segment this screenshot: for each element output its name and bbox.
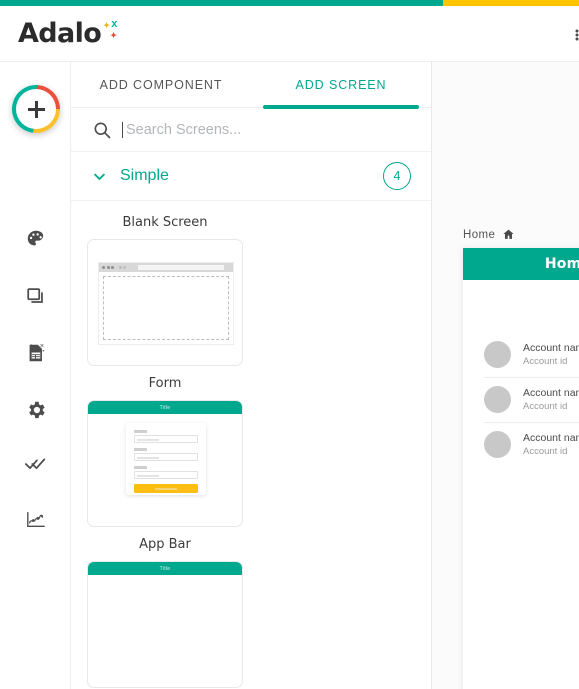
appbar-thumb-bar: Title	[88, 562, 242, 575]
list-item[interactable]: Account name Account id	[463, 377, 579, 422]
list-item-title: Account name	[523, 342, 579, 354]
sidebar-item-screens[interactable]	[0, 278, 71, 314]
gear-icon	[25, 399, 47, 421]
panel-tabs: ADD COMPONENT ADD SCREEN	[71, 62, 431, 109]
form-thumb-appbar: Title	[88, 401, 242, 414]
form-thumb-appbar-title: Title	[159, 404, 171, 411]
breadcrumb-label: Home	[463, 228, 496, 241]
form-thumb-card	[126, 423, 206, 495]
search-text-caret	[122, 121, 123, 138]
preview-appbar: Home	[463, 248, 579, 280]
form-thumb-submit-button	[134, 484, 198, 493]
palette-icon	[25, 228, 47, 250]
header-overflow-partial[interactable]	[575, 28, 579, 42]
list-item-title: Account name	[523, 387, 579, 399]
sidebar-item-settings[interactable]	[0, 392, 71, 428]
chevron-down-icon	[92, 169, 109, 184]
app-header: Adalo x ✦ ✦	[0, 6, 579, 62]
template-thumb-app-bar[interactable]: Title	[87, 561, 243, 688]
template-cell-blank-screen: Blank Screen	[87, 215, 243, 366]
list-item-title: Account name	[523, 432, 579, 444]
logo-wordmark: Adalo	[18, 18, 102, 49]
sidebar-item-design[interactable]	[0, 221, 71, 257]
database-icon: ✕	[25, 342, 47, 364]
home-icon	[502, 228, 515, 241]
logo-sparkles: x ✦ ✦	[102, 19, 124, 43]
list-item-subtitle: Account id	[523, 401, 568, 412]
screens-icon	[25, 285, 47, 307]
list-item[interactable]: Account name Account id	[463, 332, 579, 377]
screen-preview-home[interactable]: Home Account name Account id Account nam…	[463, 248, 579, 689]
search-icon	[92, 120, 112, 140]
sparkle-x-icon: x	[111, 18, 118, 30]
breadcrumb[interactable]: Home	[463, 228, 515, 241]
avatar	[484, 431, 511, 458]
avatar	[484, 341, 511, 368]
search-row	[71, 108, 431, 152]
list-item-subtitle: Account id	[523, 356, 568, 367]
list-item-subtitle: Account id	[523, 446, 568, 457]
tab-add-component[interactable]: ADD COMPONENT	[71, 62, 251, 108]
preview-account-list: Account name Account id Account name Acc…	[463, 280, 579, 467]
sparkle-red-icon: ✦	[110, 31, 117, 40]
tab-add-screen[interactable]: ADD SCREEN	[251, 62, 431, 109]
avatar	[484, 386, 511, 413]
section-count-simple: 4	[383, 162, 411, 190]
double-check-icon	[24, 453, 48, 475]
browser-chrome-bar	[99, 263, 233, 272]
adalo-logo[interactable]: Adalo x ✦ ✦	[18, 19, 124, 49]
preview-appbar-title: Home	[544, 256, 579, 272]
template-thumb-blank-screen[interactable]	[87, 239, 243, 366]
sidebar-item-publish[interactable]	[0, 446, 71, 482]
template-cell-app-bar: App Bar Title	[87, 537, 243, 688]
screen-template-grid: Blank Screen Form Title App Bar Title	[71, 201, 431, 689]
section-header-simple[interactable]: Simple 4	[71, 152, 431, 201]
template-cell-form: Form Title	[87, 376, 243, 527]
analytics-icon	[25, 510, 47, 530]
sidebar-item-database[interactable]: ✕	[0, 335, 71, 371]
blank-canvas-outline	[103, 276, 229, 340]
template-thumb-form[interactable]: Title	[87, 400, 243, 527]
list-item[interactable]: Account name Account id	[463, 422, 579, 467]
svg-text:✕: ✕	[39, 344, 44, 350]
section-title-simple: Simple	[120, 167, 169, 184]
add-button-face	[16, 89, 56, 129]
add-panel: ADD COMPONENT ADD SCREEN Simple 4 Blank …	[71, 62, 432, 689]
appbar-thumb-title: Title	[159, 565, 171, 572]
template-label-form: Form	[148, 376, 182, 391]
template-label-app-bar: App Bar	[139, 537, 191, 552]
add-button[interactable]	[12, 85, 60, 133]
search-input[interactable]	[126, 117, 431, 142]
editor-canvas: Home Home Account name Account id	[432, 62, 579, 689]
template-label-blank-screen: Blank Screen	[122, 215, 208, 230]
plus-icon	[27, 100, 45, 118]
left-icon-rail: ✕	[0, 62, 71, 689]
blank-screen-preview	[98, 262, 234, 345]
sidebar-item-analytics[interactable]	[0, 502, 71, 538]
sparkle-yellow-icon: ✦	[103, 21, 110, 30]
